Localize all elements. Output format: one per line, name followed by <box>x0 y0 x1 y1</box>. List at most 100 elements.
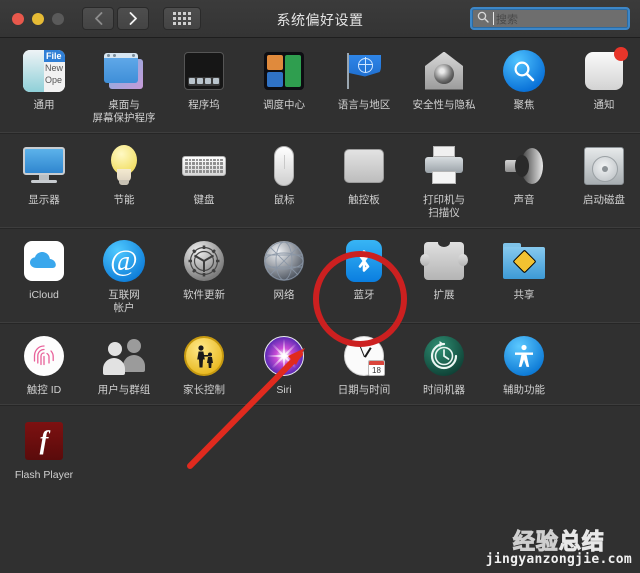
pref-item-mission-control[interactable]: 调度中心 <box>244 47 324 125</box>
pref-label: 网络 <box>273 289 295 301</box>
pref-label: 软件更新 <box>183 289 225 301</box>
displays-icon <box>23 146 65 185</box>
pref-item-parental-controls[interactable]: 家长控制 <box>164 332 244 397</box>
pref-label: 共享 <box>513 289 535 301</box>
pref-label: iCloud <box>29 289 59 301</box>
pref-item-software-update[interactable]: 软件更新 <box>164 237 244 315</box>
icloud-icon <box>24 240 64 281</box>
pref-item-users-groups[interactable]: 用户与群组 <box>84 332 164 397</box>
pref-item-energy-saver[interactable]: 节能 <box>84 142 164 220</box>
pref-item-sound[interactable]: 声音 <box>484 142 564 220</box>
navigation-button-group <box>82 7 149 30</box>
mouse-icon <box>274 145 294 186</box>
pref-item-desktop-screensaver[interactable]: 桌面与 屏幕保护程序 <box>84 47 164 125</box>
internet-accounts-icon: @ <box>103 239 145 282</box>
forward-button[interactable] <box>117 7 149 30</box>
pref-item-empty <box>564 332 640 397</box>
calendar-badge: 18 <box>368 359 385 376</box>
pref-item-printers-scanners[interactable]: 打印机与 扫描仪 <box>404 142 484 220</box>
pref-label: 调度中心 <box>263 99 305 111</box>
pref-item-extensions[interactable]: 扩展 <box>404 237 484 315</box>
watermark-text-red: 总结 <box>558 530 605 556</box>
flash-player-icon: f <box>25 421 63 460</box>
preferences-row: File New Ope 通用 桌面与 屏幕保护程序 程序坞 调度中心 语言与地… <box>0 38 640 134</box>
grid-dots-icon <box>173 12 191 25</box>
extensions-icon <box>420 237 468 280</box>
accessibility-icon <box>504 335 544 376</box>
mission-control-icon <box>264 51 304 90</box>
pref-item-time-machine[interactable]: 时间机器 <box>404 332 484 397</box>
touch-id-icon <box>24 335 64 376</box>
search-field[interactable]: 搜索 <box>470 7 630 30</box>
pref-label: 鼠标 <box>273 194 295 206</box>
pref-label: 打印机与 扫描仪 <box>423 194 465 219</box>
pref-label: 扩展 <box>433 289 455 301</box>
show-all-button[interactable] <box>163 7 201 30</box>
pref-item-mouse[interactable]: 鼠标 <box>244 142 324 220</box>
pref-label: Siri <box>276 384 292 396</box>
pref-label: 启动磁盘 <box>583 194 625 206</box>
pref-item-network[interactable]: 网络 <box>244 237 324 315</box>
pref-item-accessibility[interactable]: 辅助功能 <box>484 332 564 397</box>
pref-item-bluetooth[interactable]: 蓝牙 <box>324 237 404 315</box>
pref-label: 互联网 帐户 <box>108 289 140 314</box>
pref-item-siri[interactable]: Siri <box>244 332 324 397</box>
users-groups-icon <box>103 337 145 375</box>
keyboard-icon <box>182 155 226 176</box>
pref-item-internet-accounts[interactable]: @ 互联网 帐户 <box>84 237 164 315</box>
close-window-button[interactable] <box>12 12 24 25</box>
pref-label: 节能 <box>113 194 135 206</box>
pref-item-sharing[interactable]: 共享 <box>484 237 564 315</box>
spotlight-icon <box>503 49 545 92</box>
pref-label: 语言与地区 <box>337 99 391 111</box>
sound-icon <box>503 147 545 184</box>
pref-label: 声音 <box>513 194 535 206</box>
pref-item-trackpad[interactable]: 触控板 <box>324 142 404 220</box>
pref-label: 触控 ID <box>26 384 62 396</box>
pref-label: 用户与群组 <box>97 384 151 396</box>
pref-item-security-privacy[interactable]: 安全性与隐私 <box>404 47 484 125</box>
bluetooth-icon <box>346 239 382 282</box>
minimize-window-button[interactable] <box>32 12 44 25</box>
date-time-icon: 18 <box>344 335 385 376</box>
desktop-screensaver-icon <box>103 51 145 91</box>
parental-controls-icon <box>184 335 224 376</box>
language-region-icon <box>342 51 386 91</box>
general-icon: File New Ope <box>23 49 65 92</box>
watermark: 经验总结 jingyanzongjie.com <box>485 524 632 568</box>
preferences-row: 触控 ID 用户与群组 家长控制 Siri 18 日期与时间 时间机器 辅助功能 <box>0 323 640 406</box>
pref-item-language-region[interactable]: 语言与地区 <box>324 47 404 125</box>
pref-item-notifications[interactable]: 通知 <box>564 46 640 125</box>
system-preferences-window: 系统偏好设置 搜索 File New Ope 通用 桌面与 屏幕保护程序 程序坞… <box>0 0 640 573</box>
zoom-window-button[interactable] <box>52 12 64 25</box>
watermark-line1: 经验总结 <box>486 524 632 556</box>
notification-badge <box>614 46 628 61</box>
pref-label: 桌面与 屏幕保护程序 <box>92 99 156 124</box>
pref-label: 通知 <box>593 99 615 111</box>
preferences-row: f Flash Player <box>0 405 640 489</box>
back-button[interactable] <box>82 7 114 30</box>
startup-disk-icon <box>584 146 624 185</box>
pref-item-icloud[interactable]: iCloud <box>4 237 84 315</box>
search-placeholder: 搜索 <box>496 13 518 26</box>
pref-item-startup-disk[interactable]: 启动磁盘 <box>564 142 640 220</box>
pref-label: 聚焦 <box>513 99 535 111</box>
pref-label: 触控板 <box>348 194 380 206</box>
watermark-line2: jingyanzongjie.com <box>485 552 632 567</box>
pref-item-dock[interactable]: 程序坞 <box>164 47 244 125</box>
security-privacy-icon <box>423 51 465 91</box>
pref-label: 程序坞 <box>188 99 220 111</box>
traffic-light-group <box>12 12 64 25</box>
pref-item-touch-id[interactable]: 触控 ID <box>4 332 84 397</box>
pref-label: 键盘 <box>193 194 215 206</box>
pref-item-general[interactable]: File New Ope 通用 <box>4 47 84 125</box>
pref-item-spotlight[interactable]: 聚焦 <box>484 47 564 125</box>
pref-item-date-time[interactable]: 18 日期与时间 <box>324 332 404 397</box>
pref-item-flash-player[interactable]: f Flash Player <box>4 417 84 482</box>
chevron-left-icon <box>94 12 103 25</box>
pref-item-displays[interactable]: 显示器 <box>4 142 84 220</box>
search-icon <box>472 10 493 28</box>
time-machine-icon <box>424 335 464 376</box>
pref-item-keyboard[interactable]: 键盘 <box>164 142 244 220</box>
pref-label: 显示器 <box>28 194 60 206</box>
